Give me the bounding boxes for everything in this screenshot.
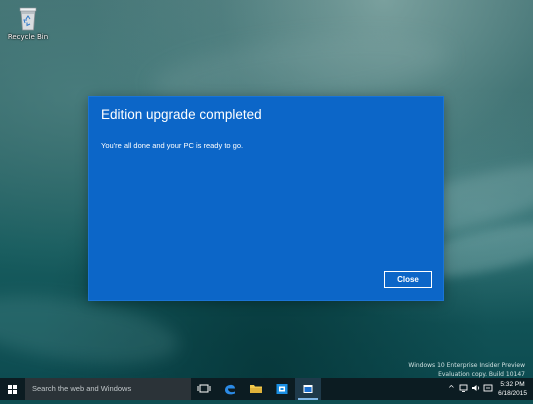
recycle-bin-icon [17, 5, 39, 31]
watermark-build: Evaluation copy. Build 10147 [438, 371, 525, 378]
edge-taskbar-button[interactable] [217, 378, 243, 400]
volume-icon[interactable] [471, 383, 481, 396]
desktop: Recycle Bin Windows 10 Enterprise Inside… [0, 0, 533, 378]
taskbar: Search the web and Windows ^ 5:32 PM 6/1… [0, 378, 533, 400]
network-icon[interactable] [459, 383, 469, 396]
dialog-title: Edition upgrade completed [101, 107, 262, 122]
watermark-edition: Windows 10 Enterprise Insider Preview [408, 362, 525, 369]
windows-logo-icon [8, 385, 17, 394]
build-watermark: Windows 10 Enterprise Insider Preview Ev… [408, 361, 525, 378]
window-app-icon [303, 385, 313, 393]
task-view-button[interactable] [191, 378, 217, 400]
recycle-bin-shortcut[interactable]: Recycle Bin [6, 5, 50, 41]
upgrade-dialog: Edition upgrade completed You're all don… [89, 97, 443, 300]
task-view-icon [197, 384, 211, 393]
store-icon [276, 384, 288, 394]
folder-icon [250, 385, 262, 393]
start-button[interactable] [0, 378, 25, 400]
system-clock[interactable]: 5:32 PM 6/18/2015 [498, 380, 527, 398]
recycle-bin-label: Recycle Bin [7, 33, 49, 41]
clock-date: 6/18/2015 [498, 390, 527, 397]
dialog-message: You're all done and your PC is ready to … [101, 141, 244, 150]
show-hidden-icons-chevron-up-icon[interactable]: ^ [448, 384, 455, 394]
settings-app-button[interactable] [295, 378, 321, 400]
close-button[interactable]: Close [384, 271, 432, 288]
store-button[interactable] [269, 378, 295, 400]
input-indicator-icon[interactable] [483, 383, 493, 396]
clock-time: 5:32 PM [500, 381, 525, 388]
search-box[interactable]: Search the web and Windows [25, 378, 191, 400]
file-explorer-button[interactable] [243, 378, 269, 400]
edge-icon [225, 384, 235, 395]
